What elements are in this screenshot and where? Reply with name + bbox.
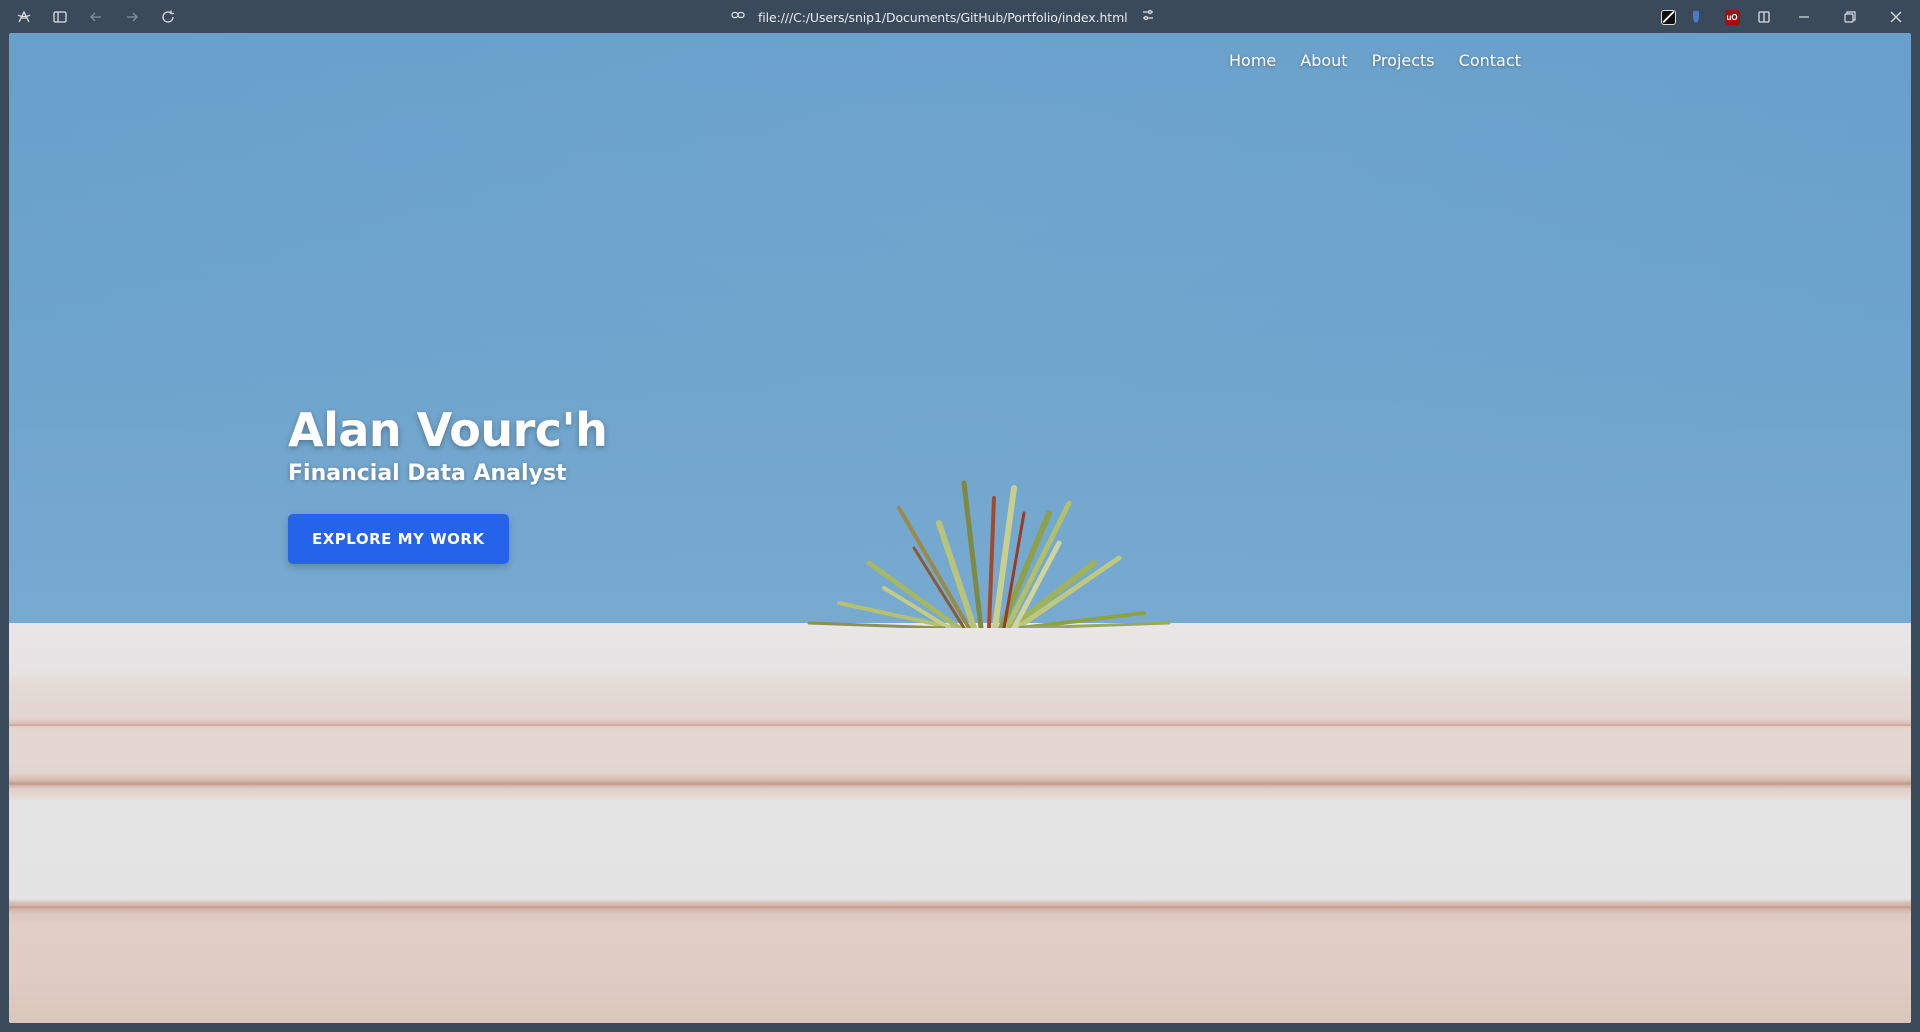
sidebar-toggle-icon[interactable] (48, 5, 72, 29)
ublock-origin-icon[interactable]: uO (1720, 5, 1744, 29)
minimize-icon[interactable] (1792, 5, 1816, 29)
hero-role: Financial Data Analyst (288, 461, 567, 486)
hero-section: Alan Vourc'h Financial Data Analyst EXPL… (288, 403, 608, 564)
close-icon[interactable] (1884, 5, 1908, 29)
browser-menu-icon[interactable] (12, 5, 36, 29)
nav-contact-link[interactable]: Contact (1459, 51, 1521, 70)
link-icon (730, 7, 746, 28)
nav-projects-link[interactable]: Projects (1372, 51, 1435, 70)
hero-name: Alan Vourc'h (288, 403, 608, 457)
hero-background-wall (9, 623, 1911, 1023)
top-nav: Home About Projects Contact (1229, 51, 1521, 70)
browser-toolbar: file:///C:/Users/snip1/Documents/GitHub/… (0, 0, 1920, 33)
nav-about-link[interactable]: About (1300, 51, 1347, 70)
back-icon[interactable] (84, 5, 108, 29)
plant-image (807, 480, 1171, 628)
url-text: file:///C:/Users/snip1/Documents/GitHub/… (758, 9, 1128, 25)
address-bar[interactable]: file:///C:/Users/snip1/Documents/GitHub/… (730, 5, 1153, 29)
bitwarden-icon[interactable] (1684, 5, 1708, 29)
explore-my-work-button[interactable]: EXPLORE MY WORK (288, 514, 509, 564)
split-view-icon[interactable] (1752, 5, 1776, 29)
page-viewport: Home About Projects Contact Alan Vourc'h… (9, 33, 1911, 1023)
reload-icon[interactable] (156, 5, 180, 29)
forward-icon[interactable] (120, 5, 144, 29)
dark-reader-icon[interactable] (1656, 5, 1680, 29)
restore-icon[interactable] (1838, 5, 1862, 29)
page-settings-icon[interactable] (1140, 7, 1156, 28)
nav-home-link[interactable]: Home (1229, 51, 1276, 70)
